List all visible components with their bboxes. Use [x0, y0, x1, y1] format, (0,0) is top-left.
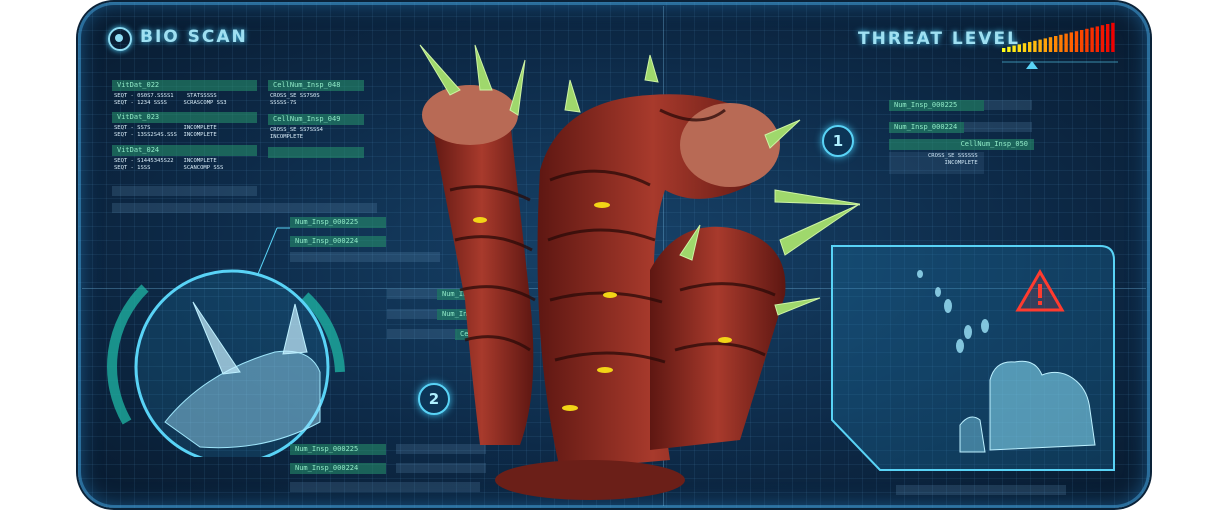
threat-meter-bar — [1033, 40, 1037, 52]
threat-meter-bar — [1054, 36, 1058, 52]
threat-meter-bar — [1064, 33, 1068, 52]
data-bar — [112, 203, 377, 213]
threat-meter-bar — [1048, 37, 1053, 52]
data-bar — [984, 100, 1032, 110]
bottom-tag: Num_Insp_000224 — [290, 463, 386, 474]
threat-meter-bar — [1090, 27, 1094, 52]
threat-meter-bar — [1085, 28, 1089, 52]
threat-meter-bar — [1069, 32, 1073, 52]
threat-meter-bar — [1100, 25, 1105, 52]
creature-image — [419, 44, 860, 500]
vitdat-text: SEQT - S1445345S22 INCOMPLETE SEQT - 1SS… — [114, 158, 224, 171]
cellnum-empty-bar — [268, 147, 364, 158]
threat-meter-bar — [1106, 24, 1110, 52]
right-tag: Num_Insp_000224 — [889, 122, 964, 133]
threat-meter-bar — [1017, 44, 1021, 52]
vitdat-text: SEQT - 0S0S7.SSSS1 STATSSSSS SEQT - 1234… — [114, 93, 227, 106]
magnifier-scope — [107, 227, 345, 457]
data-bar — [896, 485, 1066, 495]
threat-meter-bar — [1043, 38, 1047, 52]
scan-icon — [108, 27, 132, 51]
threat-meter-bar — [1022, 43, 1027, 52]
right-tag: Num_Insp_000225 — [889, 100, 984, 111]
vitdat-label: VitDat_022 — [112, 80, 257, 91]
threat-scan-panel — [831, 245, 1115, 471]
data-bar — [112, 186, 257, 196]
bottom-tag: Num_Insp_000225 — [290, 444, 386, 455]
threat-meter-bar — [1012, 45, 1016, 52]
threat-level-meter — [1002, 22, 1118, 69]
threat-meter-bar — [1038, 39, 1042, 52]
vitdat-label: VitDat_023 — [112, 112, 257, 123]
cellnum-label: CellNum_Insp_049 — [268, 114, 364, 125]
cellnum-text: CROSS_SE SS7SSS4 INCOMPLETE — [270, 127, 323, 140]
threat-meter-bar — [1074, 31, 1079, 52]
threat-level-title: THREAT LEVEL — [858, 29, 1020, 49]
threat-meter-bar — [1059, 34, 1063, 52]
threat-meter-bar — [1028, 42, 1032, 52]
vitdat-text: SEQT - SS7S INCOMPLETE SEQT - 13SS2S4S.S… — [114, 125, 217, 138]
data-bar — [964, 122, 1032, 132]
threat-meter-bar — [1111, 22, 1115, 52]
cellnum-label: CellNum_Insp_048 — [268, 80, 364, 91]
threat-meter-bar — [1007, 46, 1011, 52]
threat-meter-bar — [1002, 48, 1006, 52]
bio-scan-title: BIO SCAN — [140, 27, 248, 47]
threat-meter-bar — [1080, 30, 1084, 52]
vitdat-label: VitDat_024 — [112, 145, 257, 156]
right-tag: CellNum_Insp_050 — [889, 139, 1034, 150]
cellnum-text: CROSS_SE SS7S0S SSSSS-7S — [270, 93, 320, 106]
threat-meter-bar — [1095, 26, 1099, 52]
data-bar — [889, 152, 984, 174]
